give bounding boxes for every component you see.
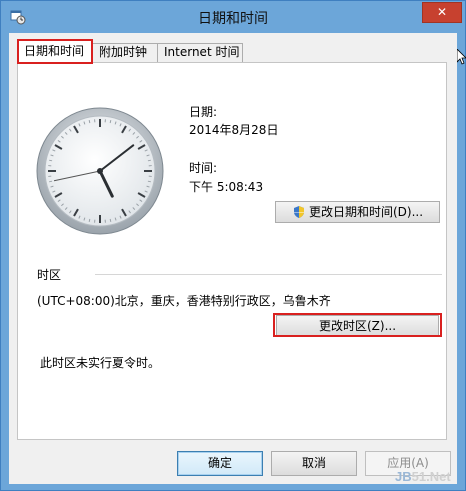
close-icon: ✕ [436, 5, 448, 19]
change-timezone-button[interactable]: 更改时区(Z)... [276, 315, 439, 337]
window-title: 日期和时间 [198, 11, 268, 27]
dialog-client-area: 日期和时间 附加时钟 Internet 时间 日期: 2014年8月28日 时间… [9, 33, 457, 484]
close-button[interactable]: ✕ [422, 2, 462, 23]
time-label: 时间: [189, 161, 218, 175]
clock-minute-tick [88, 120, 91, 124]
watermark-suffix: 51.Net [411, 469, 451, 484]
tab-internet-time[interactable]: Internet 时间 [157, 43, 243, 62]
watermark-prefix: JB [395, 469, 412, 484]
section-divider [95, 274, 442, 275]
datetime-dialog: 日期和时间 ✕ 日期和时间 附加时钟 Internet 时间 日期: 2014年… [0, 0, 466, 491]
clock-minute-tick [109, 218, 112, 222]
cancel-button[interactable]: 取消 [271, 451, 357, 476]
clock-minute-tick [147, 180, 151, 183]
date-value: 2014年8月28日 [189, 123, 279, 137]
title-bar[interactable]: 日期和时间 ✕ [1, 1, 465, 33]
tab-additional-clocks[interactable]: 附加时钟 [92, 43, 158, 62]
clock-minute-tick [88, 218, 91, 222]
tab-date-and-time[interactable]: 日期和时间 [17, 40, 93, 63]
mouse-cursor-icon [457, 49, 466, 65]
ok-button[interactable]: 确定 [177, 451, 263, 476]
analog-clock [36, 107, 164, 235]
date-label: 日期: [189, 105, 218, 119]
watermark: JB51.Net [395, 469, 451, 484]
time-value: 下午 5:08:43 [189, 180, 264, 194]
timezone-value: (UTC+08:00)北京，重庆，香港特别行政区，乌鲁木齐 [37, 294, 331, 308]
clock-minute-tick [109, 120, 112, 124]
clock-minute-tick [147, 159, 151, 162]
timezone-section-label: 时区 [37, 268, 62, 282]
tab-panel: 日期: 2014年8月28日 时间: 下午 5:08:43 更改日期和时间(D)… [17, 62, 447, 440]
clock-minute-tick [49, 159, 53, 162]
change-datetime-button[interactable]: 更改日期和时间(D)... [275, 201, 440, 223]
change-datetime-button-label: 更改日期和时间(D)... [308, 205, 424, 219]
uac-shield-icon [293, 206, 304, 218]
clock-minute-tick [49, 180, 53, 183]
dst-note: 此时区未实行夏令时。 [40, 356, 161, 370]
